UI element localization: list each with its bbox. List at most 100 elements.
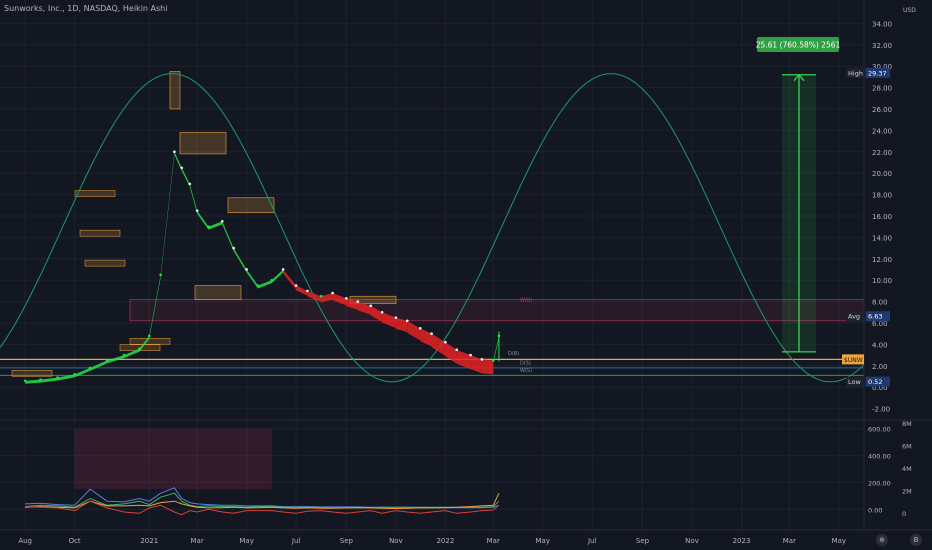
- order-block: [79, 229, 121, 237]
- y-tick-label: 20.00: [872, 170, 892, 178]
- level-label: W(B): [520, 298, 532, 304]
- y-tick-label: 24.00: [872, 127, 892, 135]
- currency-label: USD: [903, 7, 916, 14]
- y-tick-label: 12.00: [872, 256, 892, 264]
- price-point: [147, 334, 151, 338]
- supply-zone: [169, 71, 181, 110]
- x-tick-label: May: [239, 537, 253, 545]
- y-tick-label: 18.00: [872, 192, 892, 200]
- y-tick-label: 14.00: [872, 234, 892, 242]
- x-tick-label: Mar: [783, 537, 796, 545]
- x-tick-label: Oct: [69, 537, 81, 545]
- ribbon-segment: [481, 359, 494, 375]
- price-point: [138, 347, 141, 350]
- x-tick-label: Sep: [340, 537, 354, 545]
- price-point: [180, 166, 184, 170]
- price-point: [173, 150, 176, 154]
- x-tick-label: May: [535, 537, 549, 545]
- price-point: [394, 316, 398, 319]
- y-tick-label: 4.00: [872, 341, 888, 349]
- price-point: [159, 273, 162, 277]
- order-block: [129, 337, 171, 345]
- measure-label: 25.61 (760.58%) 2561: [756, 41, 841, 50]
- price-point: [270, 278, 274, 282]
- x-tick-label: Mar: [191, 537, 204, 545]
- y-tick-label: -2.00: [872, 406, 890, 414]
- price-point: [356, 300, 360, 303]
- x-tick-label: Sep: [636, 537, 650, 545]
- x-tick-label: 2021: [140, 537, 158, 545]
- price-point: [306, 289, 309, 293]
- avg-zone: [129, 299, 865, 322]
- x-tick-label: Jul: [587, 537, 597, 545]
- indicator-y-label: 400.00: [868, 453, 891, 461]
- axis-tag-label: Low: [848, 378, 861, 386]
- price-point: [23, 379, 27, 383]
- y-tick-label: 8.00: [872, 299, 888, 307]
- axis-tag-value: 0.52: [868, 378, 882, 386]
- price-point: [188, 182, 192, 186]
- price-point: [319, 294, 323, 298]
- price-point: [405, 319, 409, 323]
- supply-zone: [194, 285, 242, 300]
- price-point: [88, 366, 92, 370]
- volume-tick-label: 2M: [902, 488, 912, 496]
- y-tick-label: 22.00: [872, 149, 892, 157]
- volume-tick-label: 0: [902, 510, 906, 518]
- x-tick-label: 2022: [436, 537, 454, 545]
- price-point: [380, 310, 384, 314]
- supply-zone: [179, 132, 227, 155]
- x-tick-label: Jul: [291, 537, 301, 545]
- axis-tag-value: 6.63: [868, 313, 882, 321]
- price-point: [345, 297, 348, 300]
- level-label: W(S): [520, 368, 532, 374]
- price-point: [256, 284, 260, 287]
- price-point: [220, 220, 224, 223]
- price-point: [232, 246, 235, 250]
- price-point: [444, 340, 447, 344]
- y-tick-label: 32.00: [872, 42, 892, 50]
- axis-tag-label: Avg: [848, 313, 860, 321]
- price-point: [430, 332, 433, 335]
- y-tick-label: 10.00: [872, 277, 892, 285]
- price-point: [294, 284, 298, 287]
- volume-tick-label: 8M: [902, 420, 912, 428]
- level-label: D(B): [508, 351, 519, 357]
- price-point: [469, 353, 472, 357]
- price-point: [281, 268, 285, 271]
- b-icon[interactable]: B: [910, 534, 922, 546]
- level-label: D(S): [520, 361, 531, 367]
- chart-title: Sunworks, Inc., 1D, NASDAQ, Heikin Ashi: [4, 4, 168, 13]
- price-point: [105, 359, 109, 362]
- price-point: [56, 376, 59, 379]
- x-tick-label: 2023: [733, 537, 751, 545]
- y-tick-label: 2.00: [872, 363, 888, 371]
- price-point: [331, 291, 334, 295]
- x-tick-label: Nov: [685, 537, 699, 545]
- indicator-y-label: 200.00: [868, 479, 891, 487]
- price-point: [73, 373, 76, 376]
- order-block: [11, 370, 53, 377]
- axis-tag-label: High: [848, 69, 863, 77]
- price-point: [245, 268, 248, 271]
- order-block: [74, 190, 116, 197]
- axis-tag-value: 29.37: [868, 69, 887, 77]
- y-tick-label: 26.00: [872, 106, 892, 114]
- price-point: [418, 327, 422, 330]
- volume-tick-label: 6M: [902, 443, 912, 451]
- y-tick-label: 28.00: [872, 85, 892, 93]
- x-tick-label: May: [832, 537, 846, 545]
- price-point: [39, 378, 42, 381]
- x-tick-label: Aug: [18, 537, 32, 545]
- price-point: [369, 304, 373, 308]
- y-tick-label: 16.00: [872, 213, 892, 221]
- price-point: [207, 225, 210, 228]
- crosshair-icon[interactable]: ⊕: [876, 534, 888, 546]
- indicator-y-label: 0.00: [868, 506, 882, 514]
- x-tick-label: Mar: [487, 537, 500, 545]
- supply-zone: [227, 197, 275, 214]
- price-point: [491, 359, 495, 362]
- x-tick-label: Nov: [389, 537, 403, 545]
- price-point: [480, 358, 484, 361]
- chart-canvas[interactable]: 25.61 (760.58%) 2561 34.0032.0030.0028.0…: [0, 0, 932, 550]
